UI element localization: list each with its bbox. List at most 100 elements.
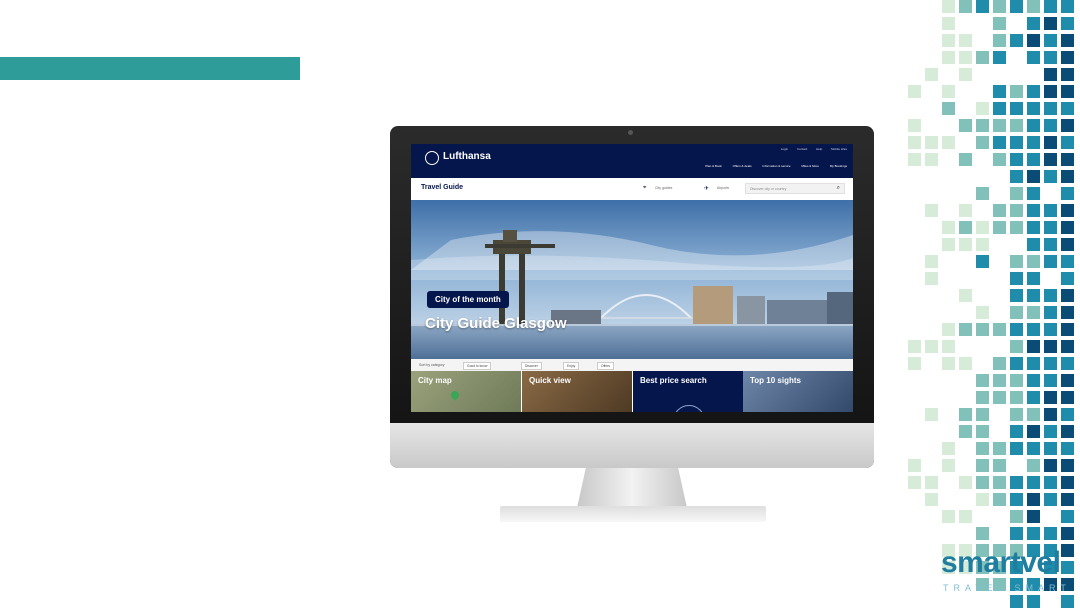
- mosaic-square: [1061, 459, 1074, 472]
- top-links: Login Contact Help Mobile sites: [773, 147, 847, 151]
- mosaic-square: [908, 476, 921, 489]
- mosaic-square: [1061, 493, 1074, 506]
- mosaic-square: [1010, 255, 1023, 268]
- nav-info-service[interactable]: Information & service: [762, 164, 790, 168]
- mosaic-square: [976, 119, 989, 132]
- mosaic-square: [993, 476, 1006, 489]
- mosaic-square: [1027, 170, 1040, 183]
- mosaic-square: [1027, 119, 1040, 132]
- mosaic-square: [1010, 493, 1023, 506]
- mosaic-square: [993, 17, 1006, 30]
- mosaic-square: [959, 323, 972, 336]
- mosaic-square: [925, 255, 938, 268]
- mosaic-square: [1027, 510, 1040, 523]
- mosaic-square: [1044, 357, 1057, 370]
- hero-title[interactable]: City Guide Glasgow: [425, 315, 567, 332]
- airports-link[interactable]: Airports: [717, 186, 729, 190]
- mosaic-square: [1044, 238, 1057, 251]
- mosaic-square: [1010, 153, 1023, 166]
- mosaic-square: [1044, 408, 1057, 421]
- crane-logo-icon[interactable]: [425, 151, 439, 165]
- mosaic-square: [1044, 425, 1057, 438]
- mosaic-square: [959, 476, 972, 489]
- search-icon[interactable]: ⌕: [837, 185, 840, 192]
- city-pin-icon[interactable]: ⌖: [643, 185, 646, 192]
- mosaic-square: [1044, 51, 1057, 64]
- monitor-screen: Lufthansa Login Contact Help Mobile site…: [411, 144, 853, 412]
- mosaic-square: [942, 323, 955, 336]
- top-link-mobile[interactable]: Mobile sites: [831, 147, 847, 151]
- tile-quick-view[interactable]: Quick view: [522, 371, 632, 412]
- nav-miles-more[interactable]: Miles & More: [801, 164, 819, 168]
- section-title[interactable]: Travel Guide: [421, 184, 463, 191]
- mosaic-square: [1027, 476, 1040, 489]
- top-link-login[interactable]: Login: [781, 147, 788, 151]
- mosaic-square: [1044, 204, 1057, 217]
- sort-chip-offers[interactable]: Offers: [597, 362, 614, 370]
- mosaic-square: [1027, 442, 1040, 455]
- sort-chip-good-to-know[interactable]: Good to know: [463, 362, 492, 370]
- mosaic-square: [959, 51, 972, 64]
- tile-top-10-sights[interactable]: Top 10 sights: [743, 371, 853, 412]
- mosaic-square: [976, 323, 989, 336]
- webcam-dot: [628, 130, 633, 135]
- mosaic-square: [976, 425, 989, 438]
- site-logo-text[interactable]: Lufthansa: [443, 151, 491, 162]
- mosaic-square: [1010, 357, 1023, 370]
- nav-my-bookings[interactable]: My Bookings: [830, 164, 847, 168]
- hero-banner[interactable]: City of the month City Guide Glasgow: [411, 200, 853, 359]
- mosaic-square: [942, 442, 955, 455]
- mosaic-square: [976, 221, 989, 234]
- mosaic-square: [1027, 527, 1040, 540]
- mosaic-square: [942, 51, 955, 64]
- mosaic-square: [993, 153, 1006, 166]
- mosaic-square: [993, 459, 1006, 472]
- tile-best-price-search[interactable]: Best price search: [633, 371, 743, 412]
- mosaic-square: [993, 119, 1006, 132]
- mosaic-square: [993, 442, 1006, 455]
- tile-label: City map: [418, 376, 452, 385]
- city-of-month-badge[interactable]: City of the month: [427, 291, 509, 308]
- mosaic-square: [942, 102, 955, 115]
- mosaic-square: [993, 391, 1006, 404]
- search-input[interactable]: Discover city or country ⌕: [745, 183, 845, 194]
- mosaic-square: [976, 527, 989, 540]
- mosaic-square: [1044, 136, 1057, 149]
- nav-plan-book[interactable]: Plan & Book: [705, 164, 722, 168]
- mosaic-square: [908, 340, 921, 353]
- mosaic-square: [1044, 442, 1057, 455]
- top-link-contact[interactable]: Contact: [797, 147, 807, 151]
- mosaic-square: [1061, 374, 1074, 387]
- nav-offers[interactable]: Offers & deals: [733, 164, 752, 168]
- plane-icon[interactable]: ✈: [704, 185, 709, 192]
- mosaic-square: [1061, 136, 1074, 149]
- mosaic-square: [1061, 510, 1074, 523]
- mosaic-square: [993, 102, 1006, 115]
- sort-chip-discover[interactable]: Discover: [521, 362, 542, 370]
- mosaic-square: [925, 493, 938, 506]
- mosaic-square: [1061, 153, 1074, 166]
- site-header: Lufthansa Login Contact Help Mobile site…: [411, 144, 853, 178]
- mosaic-square: [976, 476, 989, 489]
- brand-name: smartvel: [941, 546, 1061, 579]
- mosaic-square: [925, 68, 938, 81]
- mosaic-square: [1010, 323, 1023, 336]
- mosaic-square: [942, 0, 955, 13]
- mosaic-square: [1061, 391, 1074, 404]
- tile-city-map[interactable]: City map: [411, 371, 521, 412]
- mosaic-square: [1010, 374, 1023, 387]
- top-link-help[interactable]: Help: [816, 147, 822, 151]
- mosaic-square: [1027, 425, 1040, 438]
- sort-chip-enjoy[interactable]: Enjoy: [563, 362, 580, 370]
- mosaic-square: [976, 391, 989, 404]
- mosaic-square: [925, 340, 938, 353]
- mosaic-square: [1061, 170, 1074, 183]
- mosaic-square: [1044, 170, 1057, 183]
- mosaic-square: [1027, 136, 1040, 149]
- mosaic-square: [1044, 289, 1057, 302]
- mosaic-square: [1044, 527, 1057, 540]
- mosaic-square: [1061, 476, 1074, 489]
- mosaic-square: [1061, 68, 1074, 81]
- city-guides-link[interactable]: City guides: [655, 186, 672, 190]
- mosaic-square: [1010, 85, 1023, 98]
